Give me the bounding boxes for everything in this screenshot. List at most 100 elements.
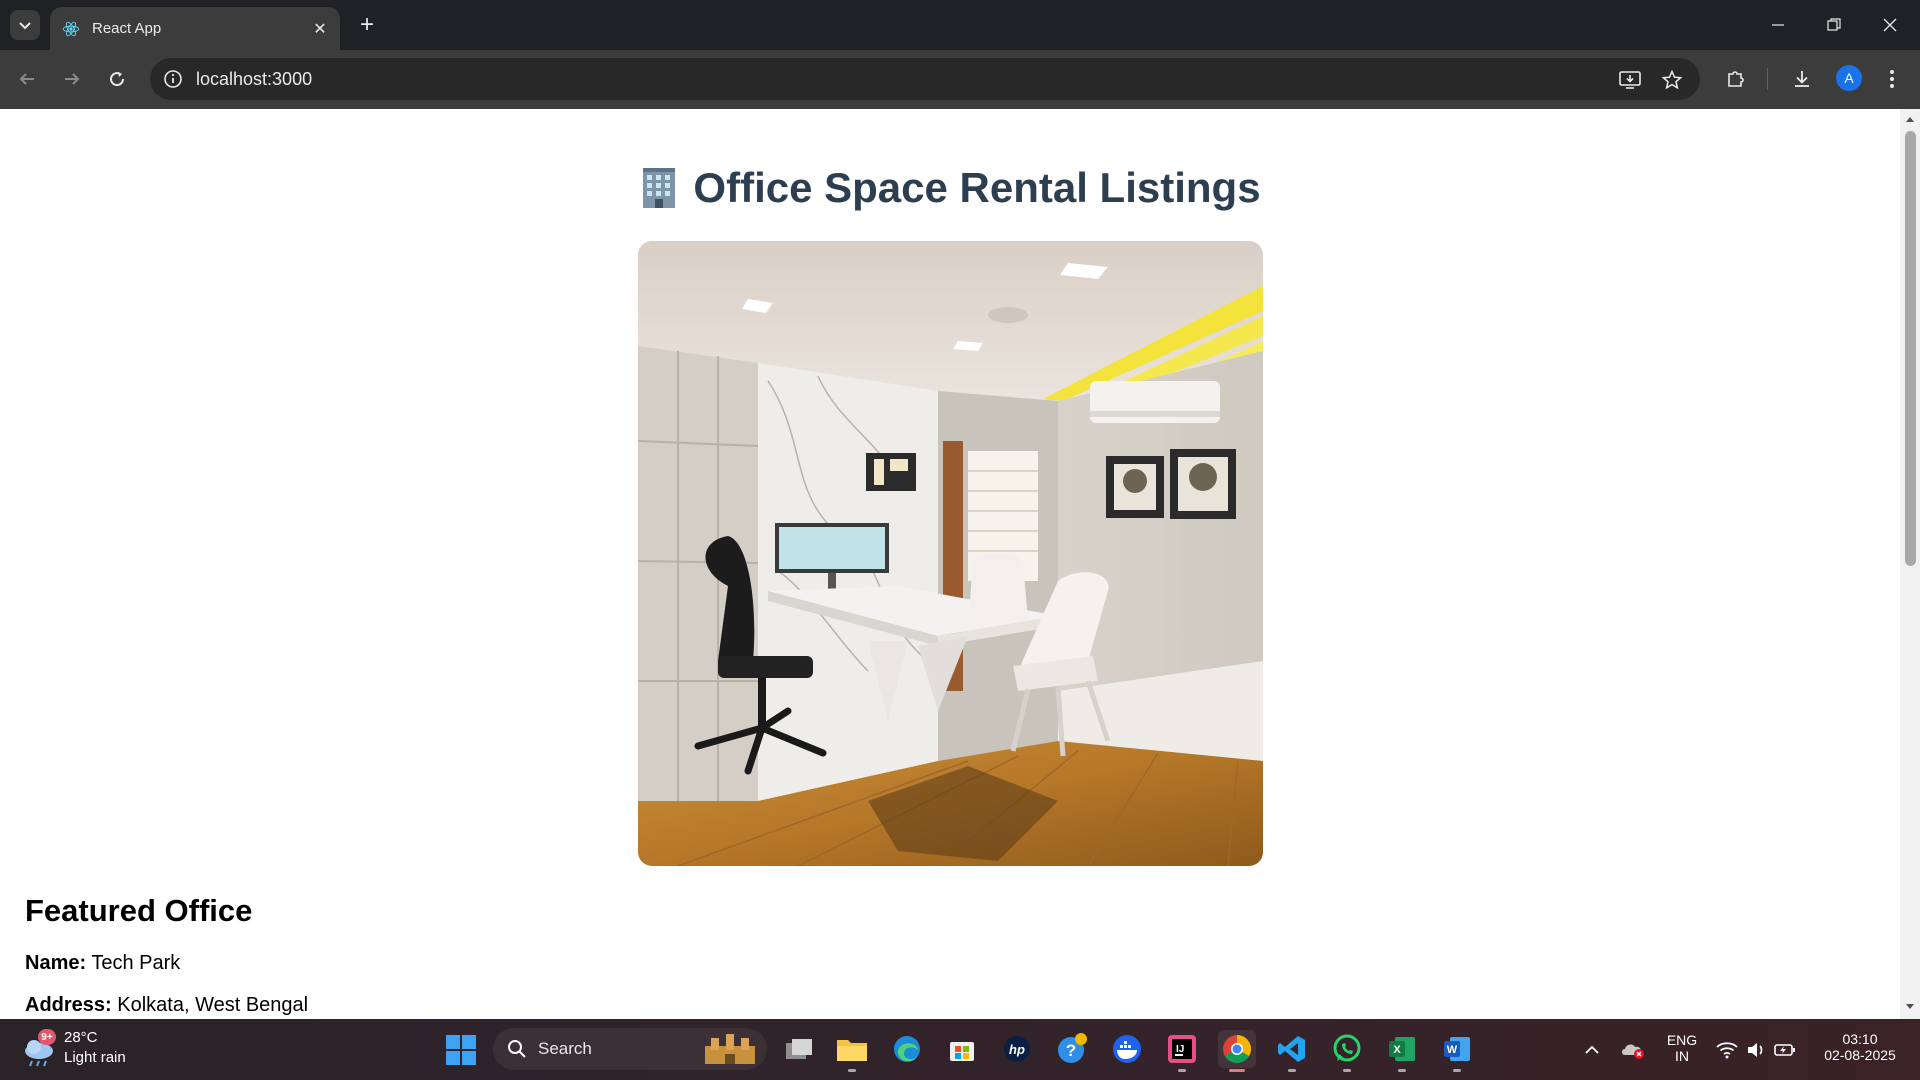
running-indicator: [848, 1069, 856, 1072]
running-indicator: [1288, 1069, 1296, 1072]
show-hidden-icons-button[interactable]: [1580, 1019, 1604, 1080]
browser-toolbar: localhost:3000 A: [0, 50, 1920, 109]
weather-condition: Light rain: [64, 1049, 126, 1066]
taskbar-excel[interactable]: X: [1383, 1030, 1421, 1072]
taskbar-microsoft-store[interactable]: [943, 1030, 981, 1068]
chevron-up-icon: [1585, 1045, 1599, 1054]
office-name-label: Name:: [25, 952, 87, 974]
svg-text:hp: hp: [1009, 1042, 1025, 1057]
url-text[interactable]: localhost:3000: [196, 69, 312, 90]
chrome-browser-icon: [1223, 1035, 1251, 1063]
search-highlight-castle-icon: [705, 1034, 755, 1064]
taskbar-task-view[interactable]: [780, 1030, 818, 1068]
taskbar-chrome[interactable]: [1218, 1030, 1256, 1072]
tab-search-button[interactable]: [10, 10, 40, 40]
restore-button[interactable]: [1806, 0, 1862, 50]
svg-text:W: W: [1447, 1044, 1458, 1056]
onedrive-tray-icon[interactable]: [1618, 1019, 1648, 1080]
taskbar-word[interactable]: W: [1438, 1030, 1476, 1072]
taskbar-intellij[interactable]: IJ: [1163, 1030, 1201, 1072]
react-icon: [62, 20, 80, 38]
chrome-menu-icon[interactable]: [1876, 63, 1908, 95]
running-indicator: [1398, 1069, 1406, 1072]
search-label: Search: [538, 1039, 592, 1058]
running-indicator: [1343, 1069, 1351, 1072]
scroll-thumb[interactable]: [1905, 131, 1916, 566]
forward-button[interactable]: [55, 62, 89, 96]
region-code: IN: [1675, 1048, 1689, 1064]
search-icon: [508, 1040, 526, 1058]
downloads-icon[interactable]: [1786, 63, 1818, 95]
windows-logo-icon: [446, 1035, 476, 1065]
office-address-line: Address: Kolkata, West Bengal: [25, 994, 308, 1017]
svg-text:X: X: [1393, 1044, 1401, 1056]
office-address-value: Kolkata, West Bengal: [117, 994, 309, 1016]
whatsapp-icon: [1333, 1034, 1361, 1062]
site-info-icon[interactable]: [162, 68, 184, 90]
taskbar-file-explorer[interactable]: [833, 1030, 871, 1072]
battery-tray-icon[interactable]: [1772, 1019, 1798, 1080]
svg-text:IJ: IJ: [1176, 1044, 1184, 1055]
office-name-line: Name: Tech Park: [25, 952, 180, 975]
taskbar-docker[interactable]: [1108, 1030, 1146, 1068]
edge-browser-icon: [894, 1036, 920, 1062]
browser-tab-active[interactable]: React App ✕: [50, 7, 340, 50]
weather-alert-badge: 9+: [38, 1029, 56, 1045]
browser-tab-strip: React App ✕ +: [0, 0, 1920, 50]
taskbar-get-help[interactable]: ?: [1053, 1030, 1091, 1068]
taskbar-hp[interactable]: hp: [998, 1030, 1036, 1068]
restore-icon: [1827, 18, 1841, 31]
scroll-up-arrow-icon[interactable]: [1904, 113, 1916, 125]
back-button[interactable]: [10, 62, 44, 96]
cloud-error-icon: [1622, 1044, 1644, 1059]
bookmark-star-icon[interactable]: [1660, 68, 1684, 92]
vscode-icon: [1278, 1036, 1305, 1062]
close-icon: [1883, 18, 1897, 32]
clock-time: 03:10: [1842, 1031, 1878, 1047]
reload-button[interactable]: [100, 62, 134, 96]
start-button[interactable]: [446, 1035, 476, 1065]
speaker-icon: [1748, 1042, 1763, 1057]
taskbar-vscode[interactable]: [1273, 1030, 1311, 1072]
close-window-button[interactable]: [1862, 0, 1918, 50]
address-bar[interactable]: localhost:3000: [150, 58, 1700, 100]
page-scrollbar[interactable]: [1900, 109, 1920, 1019]
extensions-icon[interactable]: [1720, 63, 1752, 95]
running-indicator: [1229, 1069, 1245, 1072]
forward-arrow-icon: [65, 73, 80, 85]
wifi-icon: [1716, 1041, 1738, 1058]
minimize-button[interactable]: [1750, 0, 1806, 50]
office-name-value: Tech Park: [91, 952, 181, 974]
scroll-down-arrow-icon[interactable]: [1904, 1001, 1916, 1013]
wifi-tray-icon[interactable]: [1714, 1019, 1740, 1080]
task-view-icon: [786, 1039, 812, 1059]
windows-taskbar: 9+ 28°C Light rain Search hp ? IJ X W EN…: [0, 1019, 1920, 1080]
page-title-text: Office Space Rental Listings: [693, 164, 1261, 211]
store-icon: [950, 1042, 974, 1061]
language-code: ENG: [1666, 1032, 1698, 1048]
clock[interactable]: 03:10 02-08-2025: [1810, 1031, 1910, 1063]
profile-avatar[interactable]: A: [1836, 65, 1862, 91]
toolbar-divider: [1767, 68, 1768, 90]
help-icon: ?: [1058, 1033, 1087, 1063]
taskbar-whatsapp[interactable]: [1328, 1030, 1366, 1072]
volume-tray-icon[interactable]: [1744, 1019, 1768, 1080]
tab-close-icon[interactable]: ✕: [310, 19, 330, 39]
taskbar-edge[interactable]: [888, 1030, 926, 1068]
reload-icon: [110, 72, 125, 87]
weather-temperature: 28°C: [64, 1029, 98, 1046]
minimize-icon: [1772, 24, 1784, 26]
weather-widget[interactable]: 9+ 28°C Light rain: [20, 1029, 150, 1071]
office-photo: [638, 241, 1263, 866]
running-indicator: [1453, 1069, 1461, 1072]
chevron-down-icon: [19, 22, 31, 30]
web-page-viewport: Office Space Rental Listings Featured Of…: [0, 109, 1900, 1019]
running-indicator: [1178, 1069, 1186, 1072]
install-app-icon[interactable]: [1618, 68, 1642, 92]
clock-date: 02-08-2025: [1824, 1047, 1896, 1063]
taskbar-search[interactable]: Search: [493, 1028, 767, 1070]
language-indicator[interactable]: ENG IN: [1662, 1032, 1702, 1064]
tab-title: React App: [92, 20, 162, 37]
new-tab-button[interactable]: +: [352, 10, 382, 40]
excel-icon: X: [1389, 1037, 1415, 1061]
